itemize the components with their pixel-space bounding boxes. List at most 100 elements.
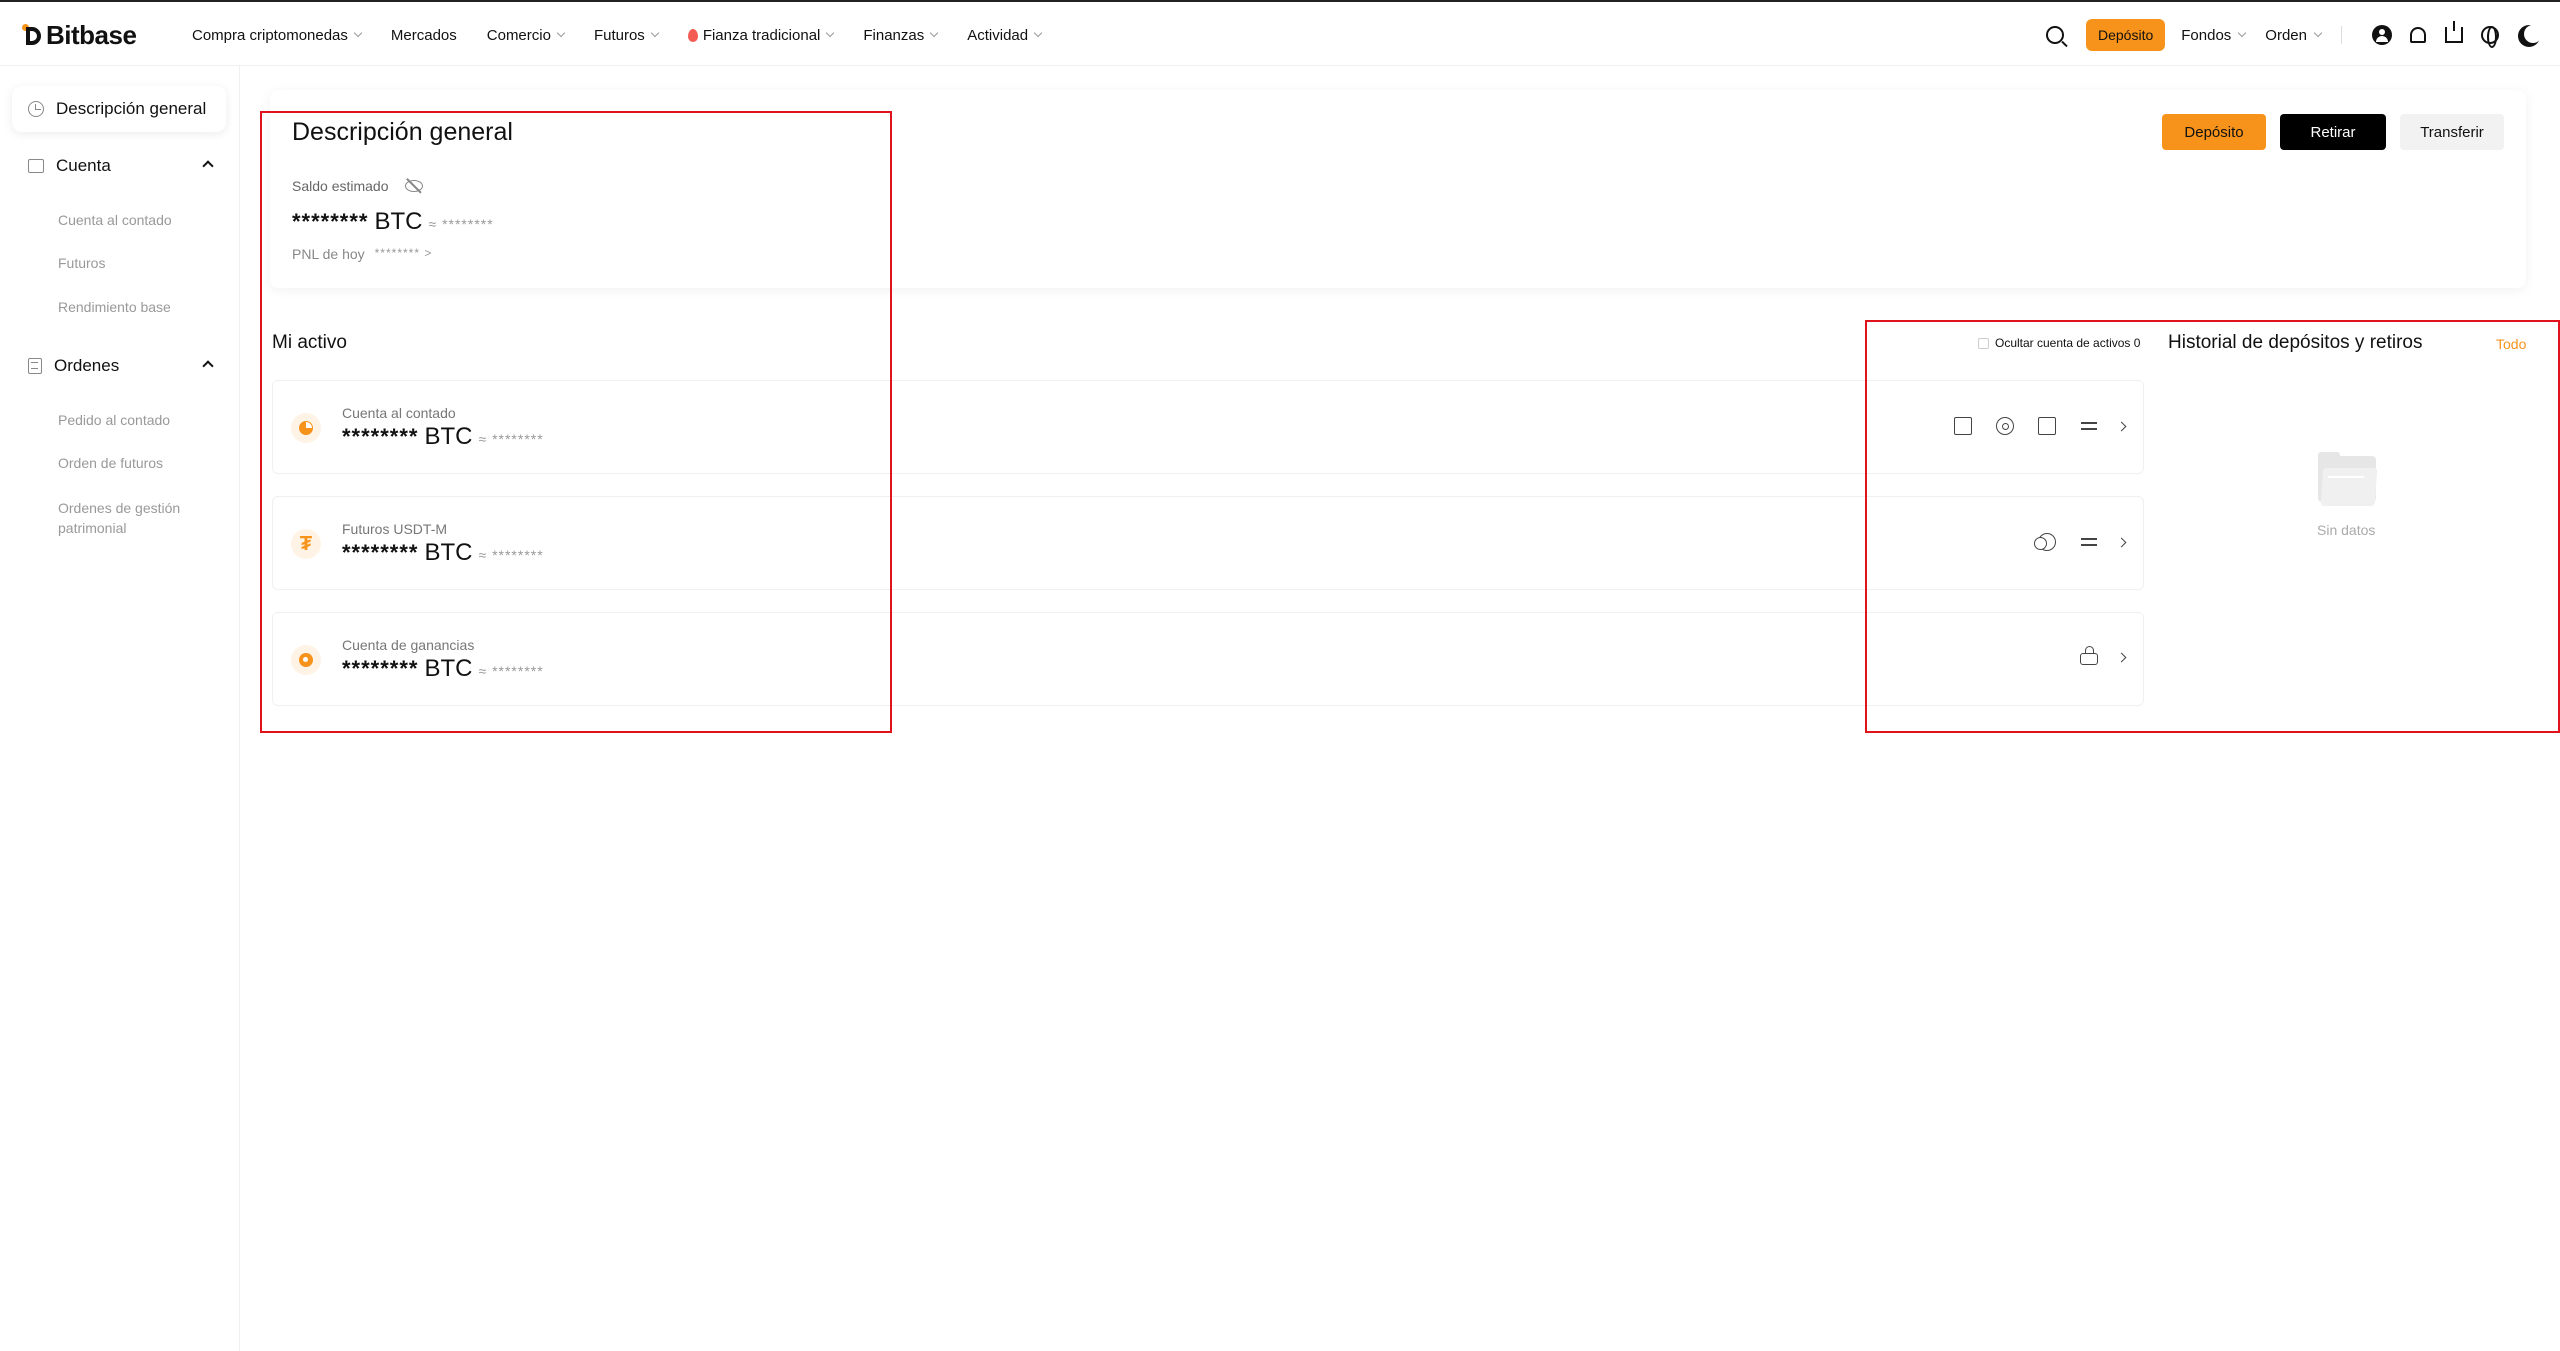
- chevron-down-icon: [2313, 28, 2323, 38]
- user-button[interactable]: [2372, 25, 2392, 45]
- nav-label: Actividad: [967, 26, 1029, 44]
- chevron-up-icon: [202, 360, 214, 372]
- history-view-all-link[interactable]: Todo: [2496, 336, 2526, 352]
- sidebar-item-wealth-orders[interactable]: Ordenes de gestión patrimonial: [58, 498, 208, 538]
- nav-trade[interactable]: Comercio: [486, 26, 566, 44]
- chevron-up-icon: [202, 160, 214, 172]
- chevron-down-icon: [826, 28, 835, 38]
- estimated-balance: ******** BTC ≈ ********: [292, 208, 494, 236]
- balance-currency: BTC: [424, 539, 473, 566]
- main-nav: Compra criptomonedas Mercados Comercio F…: [192, 2, 1071, 68]
- checkbox[interactable]: [1978, 337, 1989, 349]
- account-name: Cuenta al contado: [342, 405, 456, 421]
- chevron-right-icon[interactable]: [2116, 537, 2127, 547]
- divider: [2341, 26, 2342, 44]
- balance-value: ********: [292, 209, 369, 234]
- globe-icon: [2481, 26, 2499, 48]
- account-row-spot[interactable]: Cuenta al contado ******** BTC ≈ *******…: [272, 380, 2144, 474]
- sidebar-group-orders[interactable]: Ordenes: [28, 356, 214, 376]
- funds-label: Fondos: [2181, 26, 2232, 44]
- nav-label: Comercio: [486, 26, 551, 44]
- sidebar-item-label: Descripción general: [56, 99, 207, 118]
- notifications-button[interactable]: [2408, 25, 2428, 45]
- brand-logo[interactable]: Bitbase: [22, 19, 137, 50]
- nav-label: Futuros: [593, 26, 645, 44]
- overview-actions: Depósito Retirar Transferir: [2162, 114, 2504, 150]
- balance-approx: ≈ ********: [428, 216, 494, 232]
- chevron-right-icon[interactable]: [2116, 421, 2127, 431]
- hide-zero-assets-toggle[interactable]: Ocultar cuenta de activos 0: [1978, 336, 2140, 350]
- overview-card: Descripción general Saldo estimado *****…: [270, 90, 2526, 288]
- brand-name: Bitbase: [46, 19, 137, 50]
- sidebar-item-spot-order[interactable]: Pedido al contado: [58, 410, 208, 430]
- today-pnl[interactable]: PNL de hoy ******** >: [292, 246, 432, 262]
- balance-value: ********: [342, 540, 419, 565]
- sidebar-group-label: Ordenes: [54, 356, 120, 375]
- dark-mode-icon[interactable]: [2524, 25, 2542, 43]
- deposit-button[interactable]: Depósito: [2162, 114, 2266, 150]
- account-actions: [2080, 646, 2127, 665]
- deposit-icon[interactable]: [1954, 417, 1972, 435]
- account-actions: [2034, 533, 2127, 551]
- sidebar-item-overview[interactable]: Descripción general: [12, 86, 226, 132]
- sidebar-item-base-yield[interactable]: Rendimiento base: [58, 297, 208, 317]
- nav-finance[interactable]: Finanzas: [863, 27, 939, 44]
- page-title: Descripción general: [292, 118, 513, 146]
- account-row-futures[interactable]: ₮ Futuros USDT-M ******** BTC ≈ ********: [272, 496, 2144, 590]
- language-button[interactable]: [2480, 25, 2500, 48]
- pie-chart-icon: [291, 413, 321, 443]
- download-icon: [2445, 21, 2463, 43]
- funds-menu[interactable]: Fondos: [2181, 26, 2247, 44]
- transfer-button[interactable]: Transferir: [2400, 114, 2504, 150]
- balance-currency: BTC: [424, 655, 473, 682]
- chevron-down-icon: [556, 28, 566, 38]
- nav-tradfi[interactable]: Fianza tradicional: [687, 26, 835, 44]
- lock-icon[interactable]: [2080, 646, 2098, 665]
- account-row-earn[interactable]: Cuenta de ganancias ******** BTC ≈ *****…: [272, 612, 2144, 706]
- nav-markets[interactable]: Mercados: [391, 27, 457, 44]
- order-label: Orden: [2265, 26, 2307, 44]
- nav-buy-crypto[interactable]: Compra criptomonedas: [192, 27, 363, 44]
- sidebar-item-futures[interactable]: Futuros: [58, 253, 208, 273]
- nav-futures[interactable]: Futuros: [593, 26, 660, 44]
- withdraw-icon[interactable]: [2038, 417, 2056, 435]
- balance-currency: BTC: [374, 208, 423, 235]
- sidebar-group-account[interactable]: Cuenta: [28, 156, 214, 176]
- download-button[interactable]: [2444, 21, 2464, 45]
- nav-right: Depósito Fondos Orden: [2045, 2, 2538, 68]
- convert-icon[interactable]: [1996, 417, 2014, 435]
- sidebar: Descripción general Cuenta Cuenta al con…: [0, 66, 240, 1351]
- logo-mark-icon: [22, 24, 42, 46]
- sidebar-item-futures-order[interactable]: Orden de futuros: [58, 453, 208, 473]
- chevron-down-icon: [930, 28, 939, 38]
- balance-approx: ≈ ********: [478, 663, 544, 679]
- search-icon[interactable]: [2045, 26, 2064, 44]
- coins-icon[interactable]: [2034, 533, 2056, 551]
- wallet-icon: [28, 159, 44, 173]
- hide-label: Ocultar cuenta de activos 0: [1995, 336, 2141, 350]
- balance-value: ********: [342, 656, 419, 681]
- chevron-right-icon[interactable]: [2116, 652, 2127, 662]
- nav-label: Mercados: [390, 26, 457, 44]
- nav-label: Fianza tradicional: [702, 26, 821, 44]
- chevron-down-icon: [1033, 28, 1043, 38]
- transfer-icon[interactable]: [2080, 533, 2098, 551]
- deposit-top-button[interactable]: Depósito: [2085, 19, 2166, 51]
- transfer-icon[interactable]: [2080, 417, 2098, 435]
- sidebar-group-label: Cuenta: [56, 156, 111, 175]
- earn-icon: [291, 645, 321, 675]
- label-text: Saldo estimado: [292, 178, 389, 194]
- fire-icon: [687, 28, 698, 42]
- account-name: Cuenta de ganancias: [342, 637, 475, 653]
- account-actions: [1954, 417, 2127, 435]
- eye-off-icon[interactable]: [404, 180, 423, 192]
- empty-state-text: Sin datos: [2317, 522, 2376, 538]
- nav-activity[interactable]: Actividad: [967, 26, 1043, 44]
- bell-icon: [2410, 27, 2426, 43]
- balance-approx: ≈ ********: [478, 431, 544, 447]
- order-menu[interactable]: Orden: [2265, 26, 2323, 44]
- withdraw-button[interactable]: Retirar: [2280, 114, 2386, 150]
- sidebar-item-spot-account[interactable]: Cuenta al contado: [58, 210, 208, 230]
- user-icon: [2372, 25, 2392, 45]
- history-title: Historial de depósitos y retiros: [2168, 332, 2423, 353]
